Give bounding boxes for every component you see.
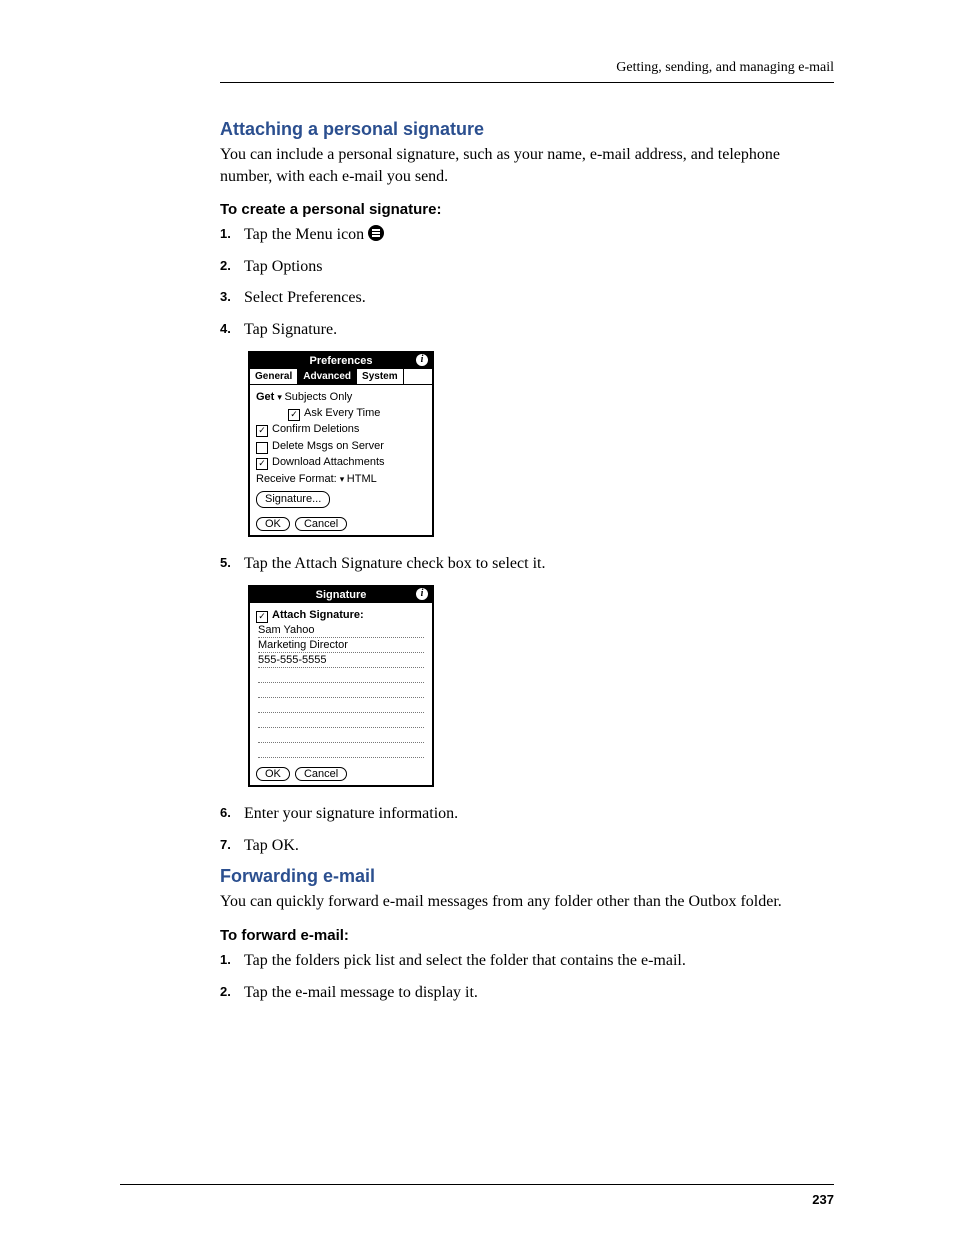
subhead-create-signature: To create a personal signature: [220,201,834,218]
checkbox-ask-icon[interactable]: ✓ [288,409,300,421]
pref-delete-row[interactable]: Delete Msgs on Server [256,439,426,454]
signature-button[interactable]: Signature... [256,491,330,508]
step-2-text: Tap Options [244,258,322,275]
doc-header: Getting, sending, and managing e-mail [220,60,834,83]
receive-format-dropdown[interactable]: HTML [340,473,377,485]
sig-line-blank[interactable] [258,669,424,683]
pref-format-row[interactable]: Receive Format: HTML [256,472,426,487]
prefs-cancel-button[interactable]: Cancel [295,517,347,531]
sig-line-blank[interactable] [258,684,424,698]
pref-get-row[interactable]: Get Subjects Only [256,390,426,405]
tab-system[interactable]: System [357,369,404,384]
step-1: 1.Tap the Menu icon [220,224,834,246]
checkbox-confirm-icon[interactable]: ✓ [256,425,268,437]
pref-ask-row[interactable]: ✓ Ask Every Time [256,406,426,421]
tab-advanced[interactable]: Advanced [298,369,357,384]
tab-general[interactable]: General [250,369,298,384]
heading-attaching-signature: Attaching a personal signature [220,119,834,140]
step-4-text: Tap Signature. [244,321,337,338]
checkbox-download-icon[interactable]: ✓ [256,458,268,470]
steps-list-1: 1.Tap the Menu icon 2.Tap Options 3.Sele… [220,224,834,340]
step-5: 5.Tap the Attach Signature check box to … [220,553,834,575]
preferences-title-text: Preferences [310,355,373,367]
sig-line-1[interactable]: Sam Yahoo [258,624,424,638]
intro-para-1: You can include a personal signature, su… [220,144,834,187]
menu-icon [368,225,384,241]
preferences-tabs: General Advanced System [250,369,432,385]
steps-list-1c: 6.Enter your signature information. 7.Ta… [220,803,834,856]
page-number: 237 [812,1192,834,1207]
attach-signature-label: Attach Signature: [272,609,364,621]
step-6-text: Enter your signature information. [244,805,458,822]
confirm-label: Confirm Deletions [272,423,359,435]
step-5-text: Tap the Attach Signature check box to se… [244,555,545,572]
preferences-dialog: Preferences i General Advanced System Ge… [248,351,434,538]
steps-list-2: 1.Tap the folders pick list and select t… [220,950,834,1003]
step-2: 2.Tap Options [220,256,834,278]
sig-line-blank[interactable] [258,729,424,743]
signature-textarea[interactable]: Sam Yahoo Marketing Director 555-555-555… [256,624,426,758]
signature-title-text: Signature [316,589,367,601]
step-3: 3.Select Preferences. [220,287,834,309]
fwd-step-2: 2.Tap the e-mail message to display it. [220,982,834,1004]
intro-para-2: You can quickly forward e-mail messages … [220,891,834,913]
checkbox-attach-icon[interactable]: ✓ [256,611,268,623]
fwd-step-1-text: Tap the folders pick list and select the… [244,952,686,969]
sig-cancel-button[interactable]: Cancel [295,767,347,781]
sig-ok-button[interactable]: OK [256,767,290,781]
sig-line-blank[interactable] [258,744,424,758]
prefs-ok-button[interactable]: OK [256,517,290,531]
pref-download-row[interactable]: ✓ Download Attachments [256,455,426,470]
download-label: Download Attachments [272,456,385,468]
delete-label: Delete Msgs on Server [272,440,384,452]
step-7: 7.Tap OK. [220,835,834,857]
sig-line-blank[interactable] [258,699,424,713]
info-icon[interactable]: i [416,588,428,600]
receive-format-label: Receive Format: [256,473,337,485]
attach-signature-row[interactable]: ✓ Attach Signature: [256,608,426,623]
fwd-step-1: 1.Tap the folders pick list and select t… [220,950,834,972]
sig-line-blank[interactable] [258,714,424,728]
heading-forwarding: Forwarding e-mail [220,866,834,887]
checkbox-delete-icon[interactable] [256,442,268,454]
fwd-step-2-text: Tap the e-mail message to display it. [244,984,478,1001]
footer-rule [120,1184,834,1185]
step-1-text: Tap the Menu icon [244,226,364,243]
step-4: 4.Tap Signature. [220,319,834,341]
pref-confirm-row[interactable]: ✓ Confirm Deletions [256,422,426,437]
step-6: 6.Enter your signature information. [220,803,834,825]
sig-line-2[interactable]: Marketing Director [258,639,424,653]
signature-dialog: Signature i ✓ Attach Signature: Sam Yahoo… [248,585,434,787]
ask-label: Ask Every Time [304,407,380,419]
steps-list-1b: 5.Tap the Attach Signature check box to … [220,553,834,575]
get-dropdown[interactable]: Subjects Only [277,391,352,403]
subhead-forward-email: To forward e-mail: [220,927,834,944]
step-3-text: Select Preferences. [244,289,366,306]
step-7-text: Tap OK. [244,837,299,854]
sig-line-3[interactable]: 555-555-5555 [258,654,424,668]
info-icon[interactable]: i [416,354,428,366]
preferences-titlebar: Preferences i [250,353,432,369]
signature-titlebar: Signature i [250,587,432,603]
get-label: Get [256,391,274,403]
